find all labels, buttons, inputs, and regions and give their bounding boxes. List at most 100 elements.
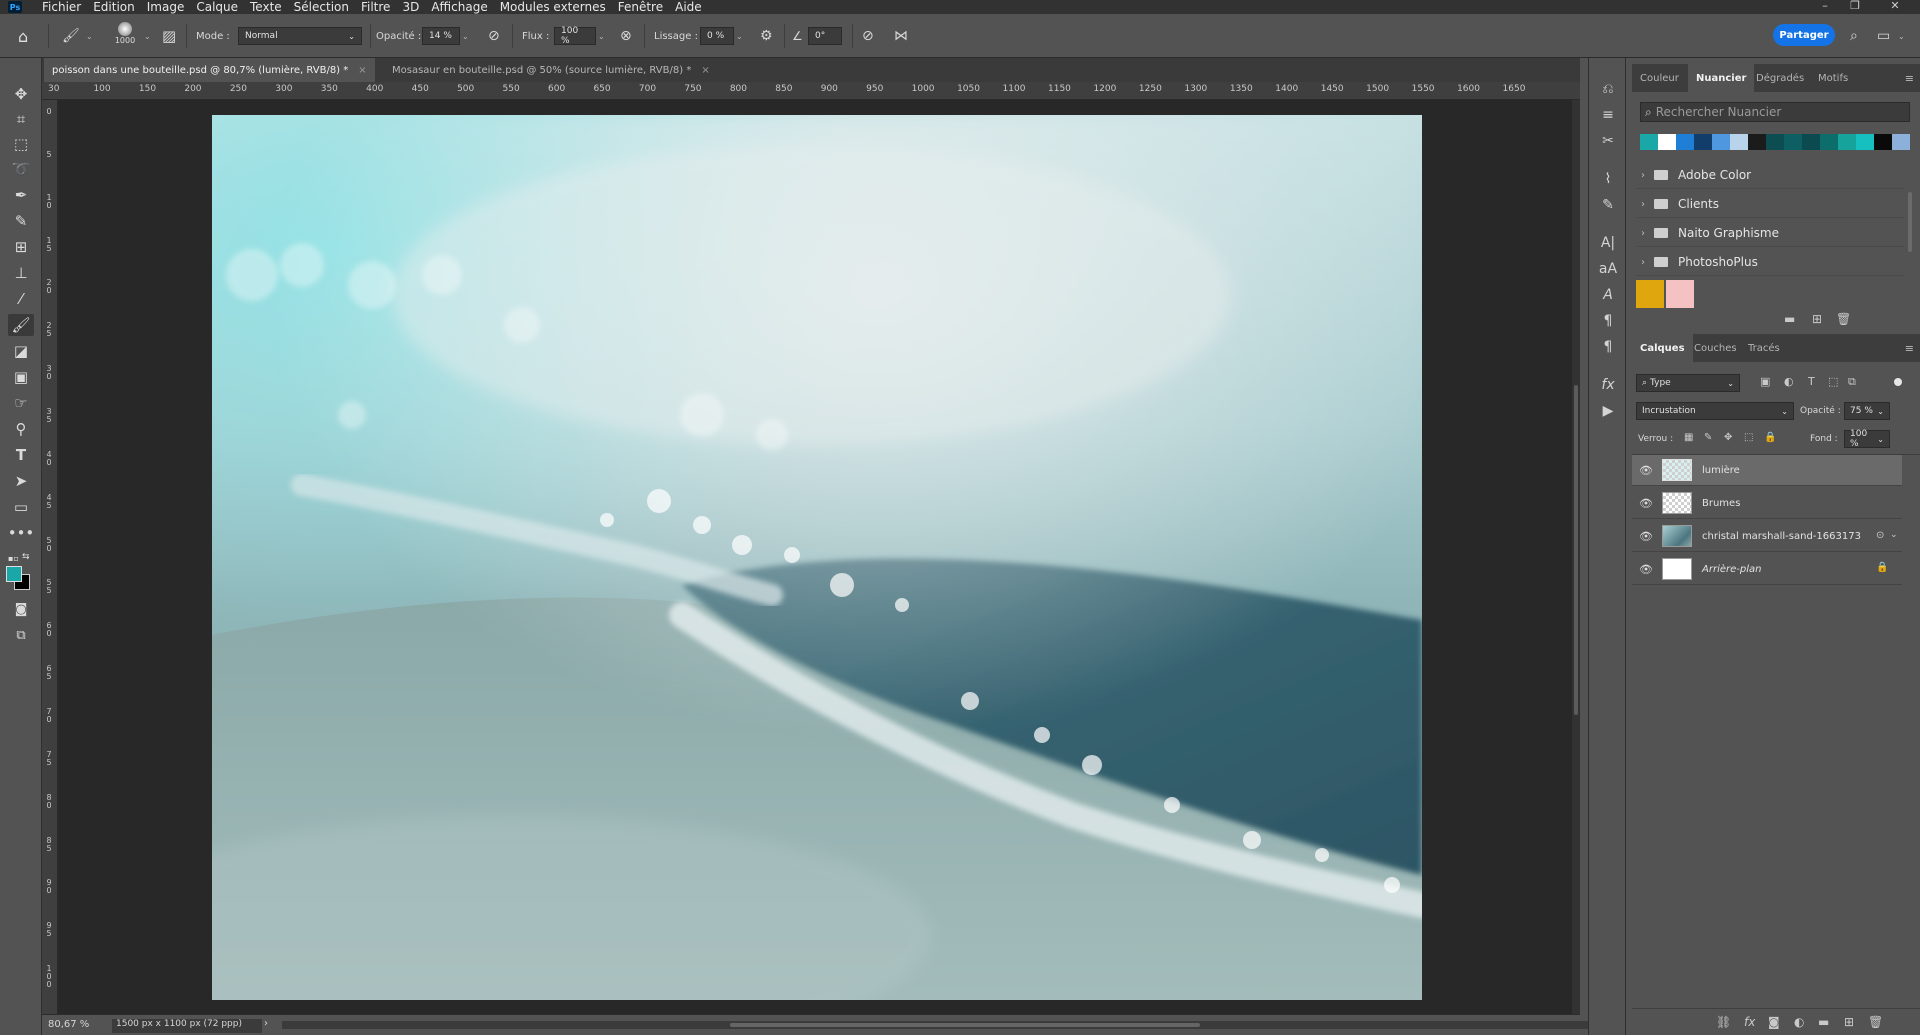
recent-swatch[interactable] (1640, 134, 1658, 150)
tab-nuancier[interactable]: Nuancier (1688, 64, 1755, 92)
chevron-down-icon[interactable]: ⌄ (144, 14, 151, 58)
close-window-button[interactable]: ✕ (1880, 0, 1910, 14)
menu-texte[interactable]: Texte (244, 0, 288, 14)
recent-swatch[interactable] (1658, 134, 1676, 150)
recent-swatch[interactable] (1820, 134, 1838, 150)
swatch-group-naito-graphisme[interactable]: › Naito Graphisme (1636, 220, 1904, 247)
rectangle-tool-icon[interactable]: ▭ (8, 496, 34, 518)
path-selection-tool-icon[interactable]: ➤ (8, 470, 34, 492)
layer-row-arriere-plan[interactable]: 👁 Arrière-plan 🔒 (1632, 554, 1902, 585)
horizontal-scrollbar[interactable] (282, 1021, 1602, 1029)
close-icon[interactable]: × (358, 65, 366, 76)
swatch-color-gold[interactable] (1636, 280, 1664, 308)
styles-fx-icon[interactable]: fx (1596, 374, 1620, 396)
menu-affichage[interactable]: Affichage (425, 0, 493, 14)
lock-image-pixels-icon[interactable]: ✎ (1704, 432, 1712, 443)
more-tools-icon[interactable]: ••• (8, 522, 35, 544)
recent-swatch[interactable] (1874, 134, 1892, 150)
menu-3d[interactable]: 3D (396, 0, 425, 14)
restore-button[interactable]: ❐ (1840, 0, 1870, 14)
tab-couleur[interactable]: Couleur (1632, 64, 1687, 92)
lasso-tool-icon[interactable]: ➰ (8, 158, 34, 180)
chevron-down-icon[interactable]: ⌄ (86, 14, 93, 58)
move-tool-icon[interactable]: ✥ (8, 83, 34, 105)
smudge-tool-icon[interactable]: ☞ (8, 392, 34, 414)
clone-stamp-tool-icon[interactable]: ⊥ (8, 262, 34, 284)
vertical-scrollbar-thumb[interactable] (1574, 385, 1578, 715)
new-layer-icon[interactable]: ⊞ (1844, 1015, 1854, 1029)
smoothing-field[interactable]: 0 % (700, 27, 734, 45)
menu-edition[interactable]: Edition (87, 0, 141, 14)
panel-menu-icon[interactable]: ≡ (1905, 342, 1914, 355)
recent-swatch[interactable] (1892, 134, 1910, 150)
lock-all-icon[interactable]: 🔒 (1764, 432, 1776, 443)
add-layer-style-icon[interactable]: fx (1744, 1015, 1755, 1029)
angle-field[interactable]: 0° (808, 27, 842, 45)
new-swatch-icon[interactable]: ⊞ (1812, 312, 1822, 326)
search-icon[interactable]: ⌕ (1850, 14, 1858, 58)
opacity-field[interactable]: 14 % (422, 27, 460, 45)
lock-artboard-icon[interactable]: ⬚ (1744, 432, 1753, 443)
filter-adjustment-icon[interactable]: ◐ (1784, 375, 1794, 388)
flow-field[interactable]: 100 % (554, 26, 596, 46)
filter-toggle-icon[interactable] (1894, 378, 1902, 386)
layer-row-brumes[interactable]: 👁 Brumes (1632, 488, 1902, 519)
workspace-icon[interactable]: ▭ (1877, 14, 1890, 58)
menu-aide[interactable]: Aide (669, 0, 708, 14)
type-tool-icon[interactable]: T (8, 444, 34, 466)
recent-swatch[interactable] (1766, 134, 1784, 150)
chevron-down-icon[interactable]: ⌄ (598, 14, 605, 58)
brush-tool-icon[interactable]: 🖌 (62, 14, 80, 58)
brush-tool-icon[interactable]: 🖌 (8, 314, 34, 336)
actions-play-icon[interactable]: ▶ (1596, 400, 1620, 422)
recent-swatch[interactable] (1838, 134, 1856, 150)
swatch-group-clients[interactable]: › Clients (1636, 191, 1904, 218)
chevron-down-icon[interactable]: ⌄ (736, 14, 743, 58)
mode-select[interactable]: Normal ⌄ (238, 27, 362, 45)
tools-presets-icon[interactable]: ✂ (1596, 130, 1620, 152)
chevron-down-icon[interactable]: ⌄ (462, 14, 469, 58)
recent-swatch[interactable] (1856, 134, 1874, 150)
swatch-group-photoshoplus[interactable]: › PhotoshoPlus (1636, 249, 1904, 276)
recent-swatch[interactable] (1802, 134, 1820, 150)
swatch-search-input[interactable]: ⌕ Rechercher Nuancier (1640, 102, 1910, 122)
recent-swatch[interactable] (1748, 134, 1766, 150)
pen-tool-icon[interactable]: ✒ (8, 184, 34, 206)
character-styles-icon[interactable]: aA (1596, 258, 1620, 280)
horizontal-scrollbar-thumb[interactable] (730, 1023, 1200, 1027)
brushes-icon[interactable]: ✎ (1596, 194, 1620, 216)
blend-mode-select[interactable]: Incrustation ⌄ (1636, 402, 1794, 420)
chevron-down-icon[interactable]: ⌄ (1890, 530, 1898, 540)
quick-selection-tool-icon[interactable]: ✎ (8, 210, 34, 232)
crop-tool-icon[interactable]: ⌗ (8, 108, 34, 130)
chevron-down-icon[interactable]: ⌄ (1898, 14, 1905, 58)
filter-smart-object-icon[interactable]: ⧉ (1848, 375, 1856, 389)
layer-name[interactable]: christal marshall-sand-1663173 (1702, 531, 1861, 542)
filter-type-icon[interactable]: T (1808, 375, 1815, 388)
recent-swatch[interactable] (1712, 134, 1730, 150)
foreground-color-swatch[interactable] (6, 566, 22, 582)
menu-calque[interactable]: Calque (190, 0, 244, 14)
lock-transparent-pixels-icon[interactable]: ▦ (1684, 432, 1693, 443)
layer-name[interactable]: Arrière-plan (1702, 564, 1761, 575)
filter-pixel-icon[interactable]: ▣ (1760, 375, 1770, 388)
layer-row-lumiere[interactable]: 👁 lumière (1632, 455, 1902, 486)
swatch-color-pink[interactable] (1666, 280, 1694, 308)
share-button[interactable]: Partager (1773, 24, 1835, 46)
symmetry-icon[interactable]: ⋈ (894, 14, 908, 58)
smart-filter-icon[interactable]: ⊙ (1876, 530, 1884, 541)
menu-fenetre[interactable]: Fenêtre (612, 0, 669, 14)
panel-menu-icon[interactable]: ≡ (1905, 72, 1914, 85)
marquee-tool-icon[interactable]: ⬚ (8, 133, 34, 155)
brush-preset-picker[interactable]: 1000 (112, 22, 138, 52)
tab-couches[interactable]: Couches (1686, 334, 1745, 362)
eye-icon[interactable]: 👁 (1632, 464, 1660, 477)
close-icon[interactable]: × (701, 65, 709, 76)
tab-degrades[interactable]: Dégradés (1748, 64, 1812, 92)
screen-mode-icon[interactable]: ⧉ (8, 624, 34, 646)
pressure-opacity-icon[interactable]: ⊘ (488, 14, 500, 58)
canvas-workspace[interactable] (58, 100, 1572, 1014)
new-group-folder-icon[interactable]: ▬ (1784, 312, 1795, 326)
new-group-folder-icon[interactable]: ▬ (1818, 1015, 1829, 1029)
recent-swatch[interactable] (1676, 134, 1694, 150)
